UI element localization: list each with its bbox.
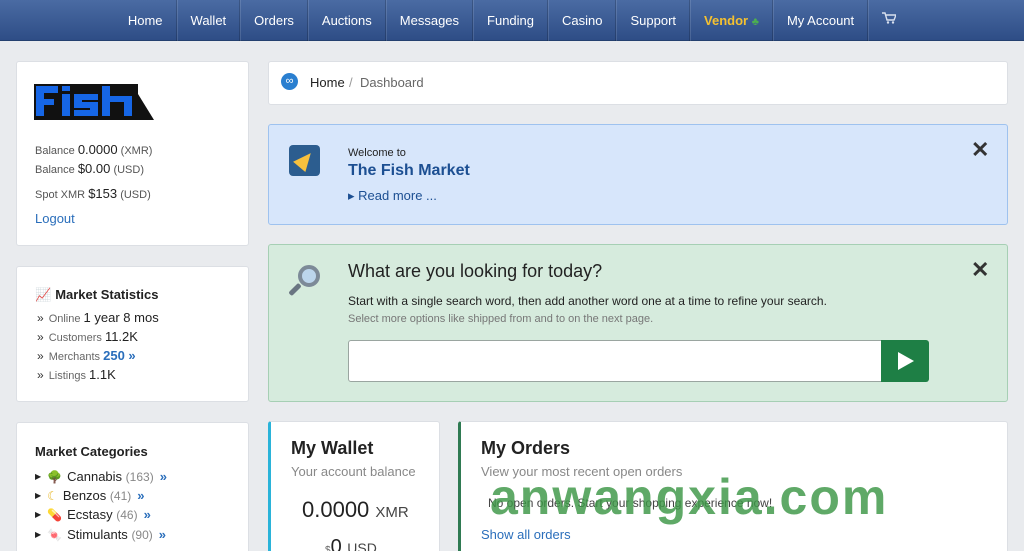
stat-listings-value: 1.1K <box>89 367 116 382</box>
wallet-usd-value: 0 <box>330 536 342 551</box>
expand-triangle-icon: ▶ <box>35 472 42 481</box>
tree-icon: 🌳 <box>47 470 63 484</box>
orders-title: My Orders <box>481 438 571 458</box>
nav-support[interactable]: Support <box>616 0 691 41</box>
balance-usd-unit: (USD) <box>113 164 144 176</box>
watermark: anwangxia.com <box>490 469 889 525</box>
infinity-icon: ∞ <box>281 73 298 90</box>
nav-wallet[interactable]: Wallet <box>176 0 241 41</box>
welcome-title: The Fish Market <box>348 162 470 179</box>
spot-label: Spot XMR <box>35 189 86 201</box>
balance-usd-row: Balance $0.00 (USD) <box>35 161 144 176</box>
balance-label: Balance <box>35 164 75 176</box>
nav-vendor-label: Vendor <box>704 13 749 28</box>
stat-online-value: 1 year 8 mos <box>83 310 159 325</box>
spot-xmr-row: Spot XMR $153 (USD) <box>35 186 151 201</box>
market-categories-title: Market Categories <box>35 444 148 459</box>
category-more-link[interactable]: » <box>160 469 167 484</box>
category-ecstasy[interactable]: ▶ 💊 Ecstasy (46) » <box>35 507 151 522</box>
category-name: Stimulants <box>67 527 128 542</box>
expand-triangle-icon: ▶ <box>35 510 42 519</box>
category-more-link[interactable]: » <box>159 527 166 542</box>
balance-usd-value: $0.00 <box>77 161 111 176</box>
balance-xmr-unit: (XMR) <box>120 145 153 157</box>
category-count: (90) <box>131 528 153 542</box>
balance-xmr-row: Balance 0.0000 (XMR) <box>35 142 152 157</box>
balance-xmr-value: 0.0000 <box>77 142 118 157</box>
fish-logo <box>34 80 154 125</box>
stat-online: » Online 1 year 8 mos <box>37 310 159 325</box>
close-welcome-icon[interactable]: ✕ <box>971 139 989 161</box>
search-input[interactable] <box>348 340 882 382</box>
category-stimulants[interactable]: ▶ 🍬 Stimulants (90) » <box>35 527 166 542</box>
wallet-usd-balance: $0 USD <box>325 536 377 551</box>
search-submit-button[interactable] <box>881 340 929 382</box>
show-all-orders-link[interactable]: Show all orders <box>481 527 571 542</box>
breadcrumb-separator: / <box>349 75 353 90</box>
welcome-label: Welcome to <box>348 147 406 159</box>
stat-merchants-value: 250 <box>103 348 125 363</box>
market-statistics-label: Market Statistics <box>55 287 159 302</box>
expand-triangle-icon: ▶ <box>35 491 42 500</box>
palm-tree-icon: ♣ <box>751 16 759 28</box>
wallet-xmr-value: 0.0000 <box>302 497 370 522</box>
category-count: (46) <box>116 508 138 522</box>
expand-triangle-icon: ▶ <box>35 530 42 539</box>
candy-icon: 🍬 <box>47 528 63 542</box>
wallet-title: My Wallet <box>291 438 374 458</box>
search-hint: Select more options like shipped from an… <box>348 313 654 325</box>
category-more-link[interactable]: » <box>137 488 144 503</box>
balance-label: Balance <box>35 145 75 157</box>
logout-link[interactable]: Logout <box>35 211 75 226</box>
read-more-link[interactable]: ▸ Read more ... <box>348 188 437 204</box>
wallet-subtitle: Your account balance <box>291 464 416 479</box>
category-benzos[interactable]: ▶ ☾ Benzos (41) » <box>35 488 145 503</box>
rocket-icon <box>289 145 320 176</box>
stat-merchants-label: Merchants <box>48 351 101 363</box>
category-name: Ecstasy <box>67 507 113 522</box>
stat-customers-value: 11.2K <box>104 329 138 344</box>
spot-unit: (USD) <box>120 189 151 201</box>
close-search-icon[interactable]: ✕ <box>971 259 989 281</box>
nav-funding[interactable]: Funding <box>473 0 549 41</box>
search-title: What are you looking for today? <box>348 261 603 281</box>
magnifier-icon <box>288 263 322 297</box>
wallet-xmr-unit: XMR <box>375 504 409 521</box>
spot-value: $153 <box>88 186 118 201</box>
moon-icon: ☾ <box>47 489 58 503</box>
wallet-usd-unit: USD <box>347 540 377 551</box>
category-count: (41) <box>109 489 132 503</box>
nav-auctions[interactable]: Auctions <box>307 0 386 41</box>
category-count: (163) <box>125 470 154 484</box>
pill-icon: 💊 <box>47 508 63 522</box>
nav-messages[interactable]: Messages <box>385 0 474 41</box>
breadcrumb-home[interactable]: Home <box>310 75 345 90</box>
stat-customers-label: Customers <box>48 332 102 344</box>
stat-merchants: » Merchants 250 » <box>37 348 136 363</box>
market-statistics-title: 📈 Market Statistics <box>35 287 159 303</box>
stat-listings: » Listings 1.1K <box>37 367 116 382</box>
nav-vendor[interactable]: Vendor ♣ <box>690 0 773 41</box>
nav-home[interactable]: Home <box>115 0 177 41</box>
nav-casino[interactable]: Casino <box>548 0 617 41</box>
breadcrumb-current: Dashboard <box>360 75 424 90</box>
nav-my-account[interactable]: My Account <box>772 0 869 41</box>
stat-merchants-link[interactable]: 250 » <box>103 348 136 363</box>
search-instructions: Start with a single search word, then ad… <box>348 294 827 308</box>
stat-customers: » Customers 11.2K <box>37 329 138 344</box>
category-cannabis[interactable]: ▶ 🌳 Cannabis (163) » <box>35 469 167 484</box>
stat-listings-label: Listings <box>48 370 86 382</box>
chart-up-icon: 📈 <box>35 287 52 302</box>
wallet-xmr-balance: 0.0000 XMR <box>302 497 409 523</box>
top-navigation: Home Wallet Orders Auctions Messages Fun… <box>0 0 1024 41</box>
cart-icon[interactable] <box>868 0 909 41</box>
nav-orders[interactable]: Orders <box>240 0 308 41</box>
category-more-link[interactable]: » <box>144 507 151 522</box>
stat-online-label: Online <box>48 313 81 325</box>
category-name: Benzos <box>62 488 107 503</box>
category-name: Cannabis <box>67 469 123 484</box>
